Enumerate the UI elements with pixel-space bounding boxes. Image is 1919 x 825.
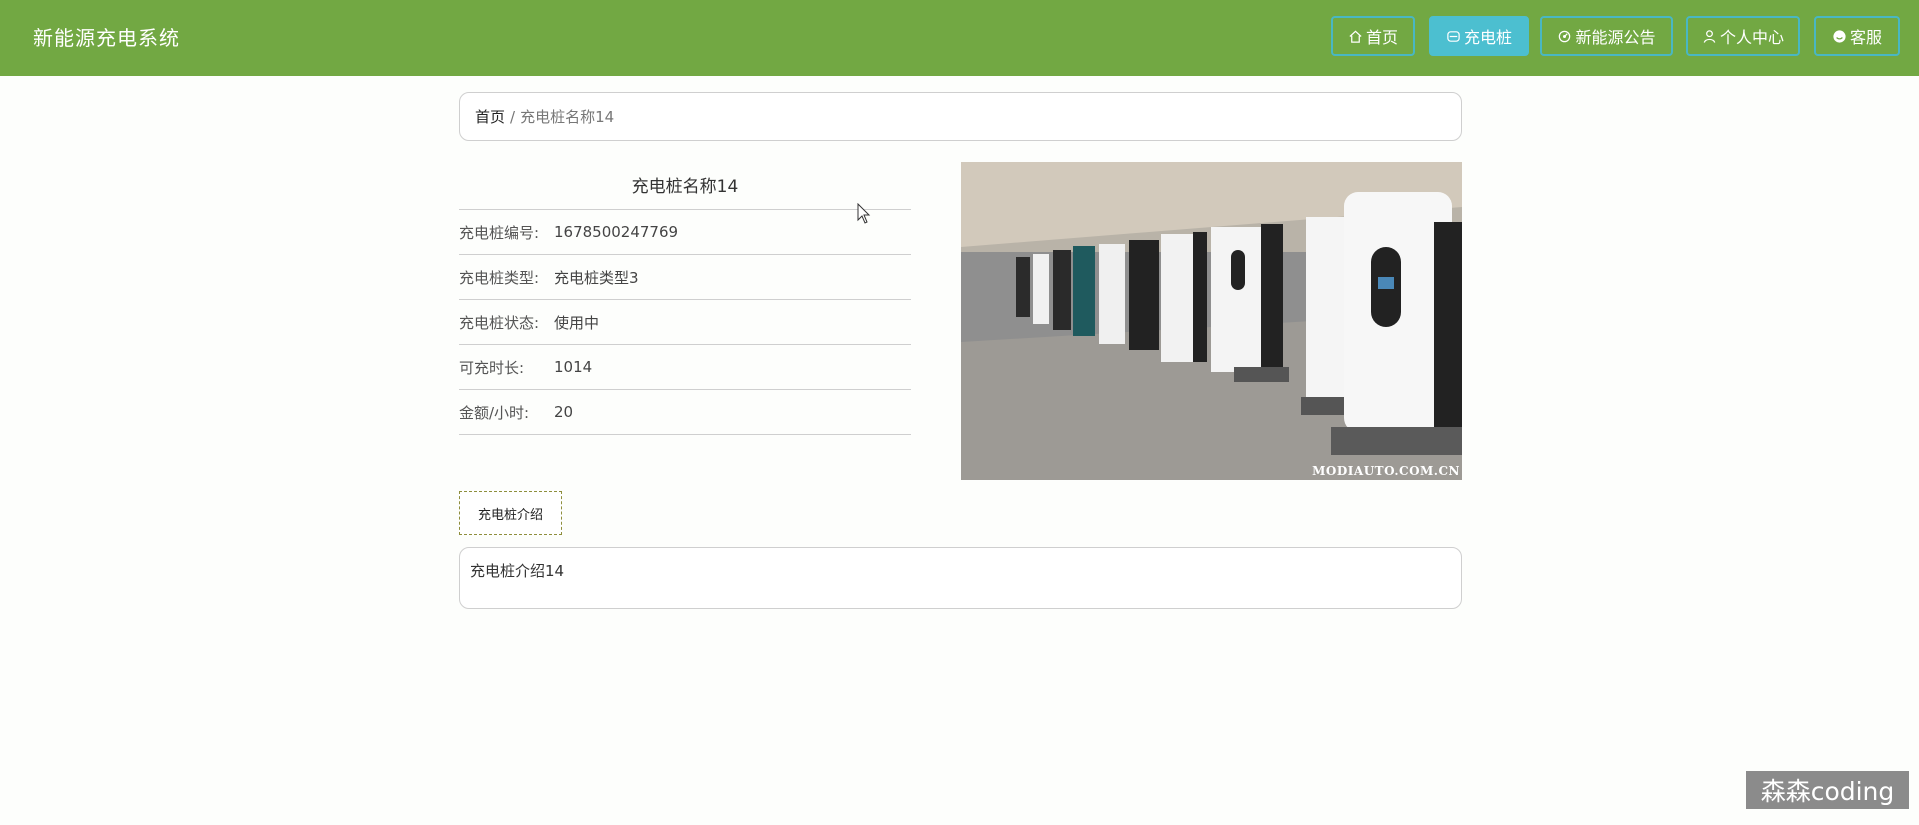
breadcrumb-current: 充电桩名称14	[520, 108, 615, 126]
detail-value: 1678500247769	[554, 223, 679, 241]
mouse-cursor-icon	[857, 203, 871, 224]
home-icon	[1349, 30, 1362, 43]
nav-home-button[interactable]: 首页	[1331, 16, 1415, 56]
detail-row-status: 充电桩状态: 使用中	[459, 300, 911, 345]
charging-station-photo: MODIAUTO.COM.CN	[961, 162, 1462, 480]
detail-row-duration: 可充时长: 1014	[459, 345, 911, 390]
site-brand-title: 新能源充电系统	[33, 26, 180, 50]
charging-station-icon	[1447, 30, 1460, 42]
detail-value: 20	[554, 403, 574, 421]
breadcrumb-separator: /	[510, 107, 516, 126]
top-navigation-bar: 新能源充电系统 首页 充电桩 新能源公告 个人中心 客服	[0, 0, 1919, 76]
detail-row-number: 充电桩编号: 1678500247769	[459, 210, 911, 255]
nav-charging-station-label: 充电桩	[1463, 28, 1512, 47]
intro-content: 充电桩介绍14	[459, 547, 1462, 609]
breadcrumb-home-link[interactable]: 首页	[475, 106, 505, 127]
detail-row-type: 充电桩类型: 充电桩类型3	[459, 255, 911, 300]
user-icon	[1703, 29, 1716, 43]
detail-title: 充电桩名称14	[459, 160, 911, 210]
nav-customer-service-button[interactable]: 客服	[1814, 16, 1900, 56]
customer-service-icon	[1833, 29, 1846, 43]
photo-watermark: MODIAUTO.COM.CN	[1312, 464, 1460, 478]
announcement-icon	[1559, 30, 1571, 42]
detail-value: 使用中	[554, 313, 600, 332]
nav-announcement-button[interactable]: 新能源公告	[1540, 16, 1673, 56]
nav-user-center-label: 个人中心	[1719, 28, 1784, 47]
detail-row-price: 金额/小时: 20	[459, 390, 911, 435]
detail-label: 充电桩类型:	[459, 268, 540, 287]
detail-value: 1014	[554, 358, 593, 376]
nav-charging-station-button[interactable]: 充电桩	[1429, 16, 1529, 56]
nav-customer-service-label: 客服	[1849, 28, 1882, 47]
detail-label: 金额/小时:	[459, 403, 530, 422]
detail-label: 充电桩状态:	[459, 313, 540, 332]
breadcrumb: 首页 / 充电桩名称14	[459, 92, 1462, 141]
nav-home-label: 首页	[1365, 28, 1398, 47]
detail-label: 可充时长:	[459, 358, 525, 377]
detail-value: 充电桩类型3	[554, 268, 639, 287]
intro-tab[interactable]: 充电桩介绍	[459, 491, 562, 535]
detail-label: 充电桩编号:	[459, 223, 540, 242]
nav-user-center-button[interactable]: 个人中心	[1686, 16, 1800, 56]
nav-announcement-label: 新能源公告	[1575, 28, 1656, 47]
corner-watermark: 森森coding	[1746, 771, 1909, 809]
